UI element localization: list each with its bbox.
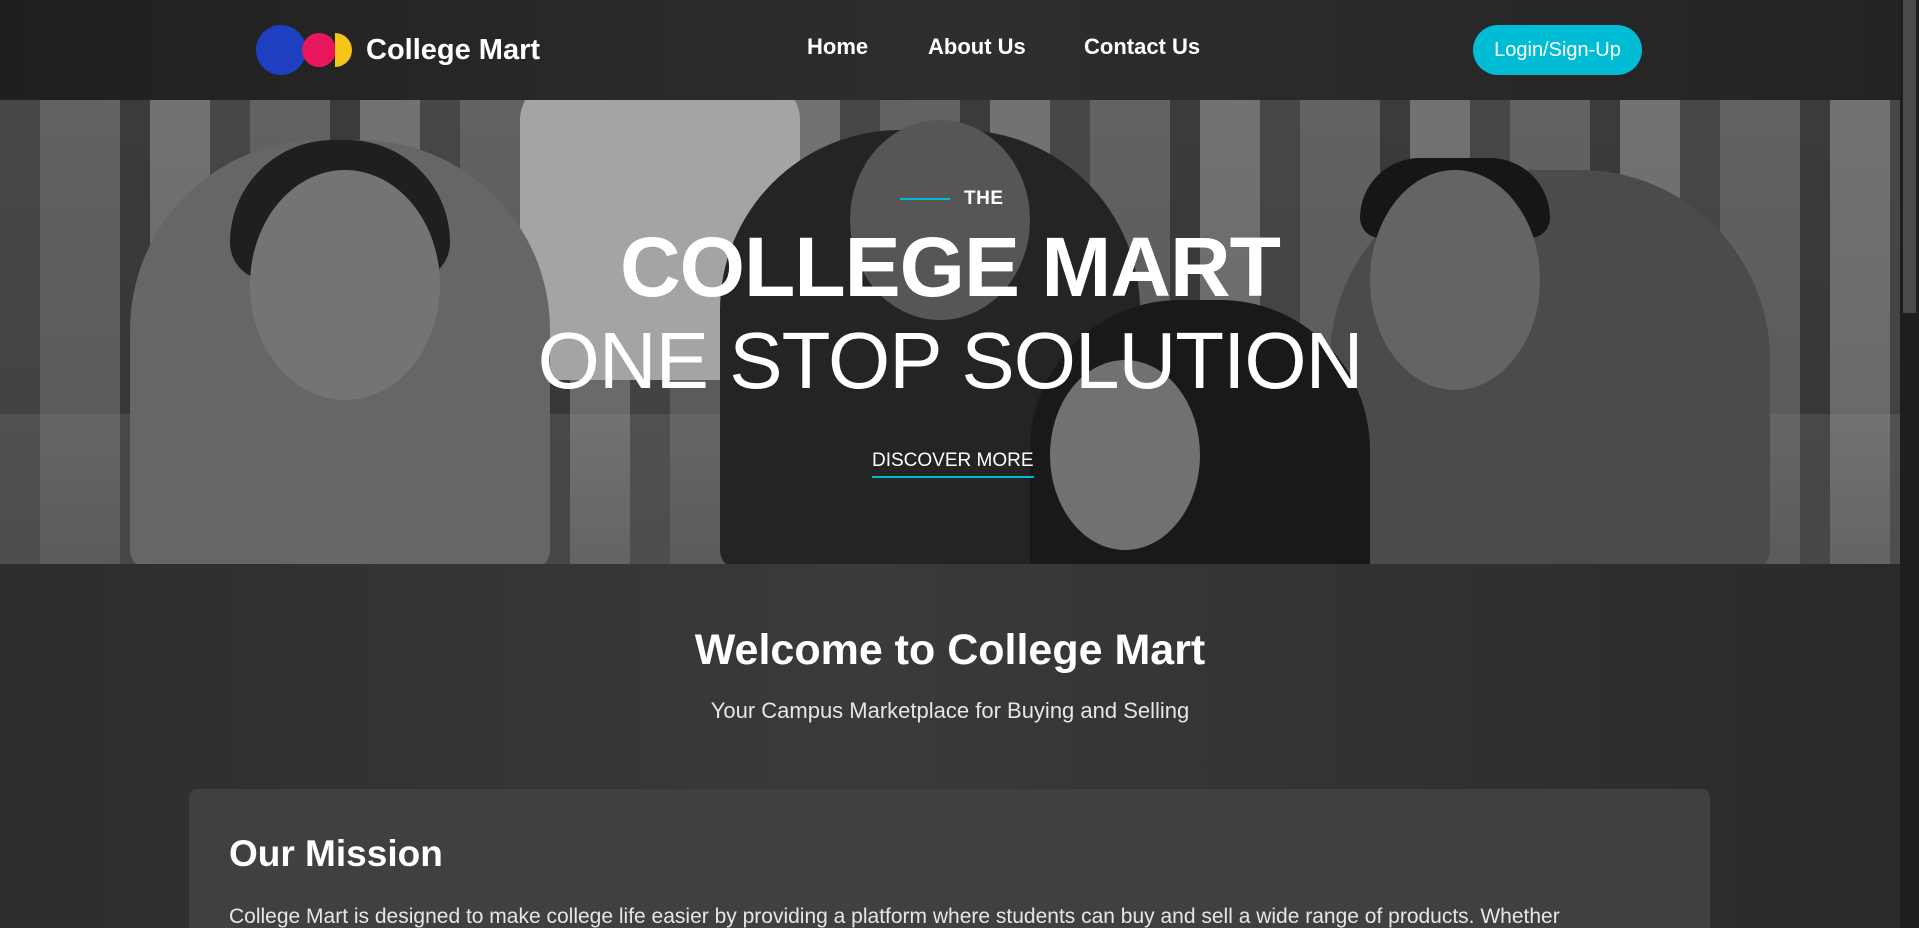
brand-name: College Mart <box>366 33 541 66</box>
hero-subtitle: ONE STOP SOLUTION <box>537 316 1364 405</box>
login-signup-button[interactable]: Login/Sign-Up <box>1473 25 1642 75</box>
vertical-scrollbar[interactable] <box>1900 0 1919 928</box>
nav-home-link[interactable]: Home <box>807 34 868 60</box>
hero-banner: THE COLLEGE MART ONE STOP SOLUTION DISCO… <box>0 100 1900 564</box>
hero-title: COLLEGE MART <box>620 220 1281 314</box>
nav-about-link[interactable]: About Us <box>928 34 1026 60</box>
mission-text: College Mart is designed to make college… <box>229 905 1560 928</box>
mission-card: Our Mission College Mart is designed to … <box>189 789 1710 928</box>
logo-icon <box>256 25 352 75</box>
kicker-text: THE <box>964 188 1004 209</box>
hero-kicker: THE <box>900 188 1004 210</box>
welcome-title: Welcome to College Mart <box>694 626 1206 674</box>
brand[interactable]: College Mart <box>256 25 540 75</box>
scrollbar-thumb[interactable] <box>1903 0 1916 313</box>
nav-contact-link[interactable]: Contact Us <box>1084 34 1200 60</box>
welcome-section: Welcome to College Mart Your Campus Mark… <box>0 564 1900 928</box>
page: College Mart Home About Us Contact Us Lo… <box>0 0 1919 928</box>
welcome-subtitle: Your Campus Marketplace for Buying and S… <box>710 698 1190 723</box>
navbar: College Mart Home About Us Contact Us Lo… <box>0 0 1900 100</box>
mission-title: Our Mission <box>229 833 443 874</box>
discover-more-link[interactable]: DISCOVER MORE <box>872 450 1034 478</box>
kicker-line <box>900 198 950 200</box>
